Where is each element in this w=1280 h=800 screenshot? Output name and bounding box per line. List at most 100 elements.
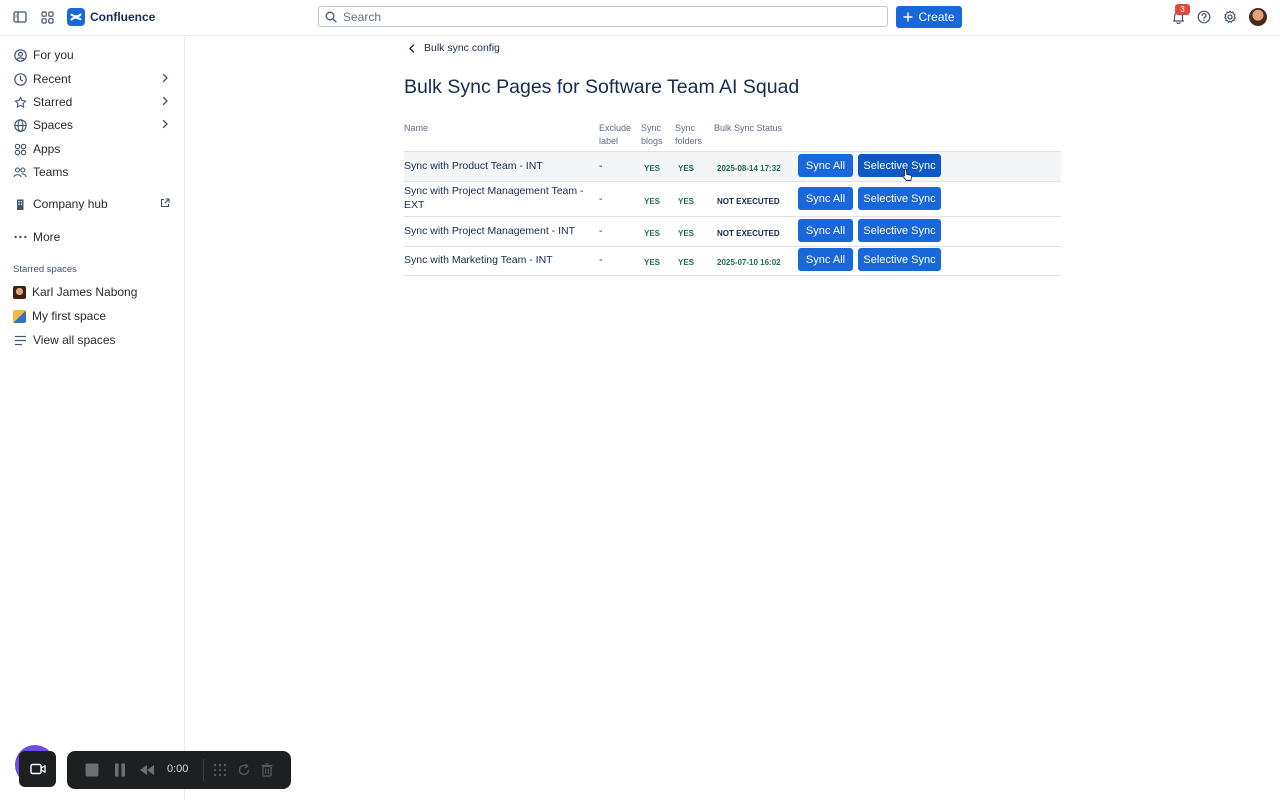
selective-sync-button[interactable]: Selective Sync bbox=[858, 248, 941, 271]
apps-icon bbox=[13, 142, 27, 156]
selective-sync-button[interactable]: Selective Sync bbox=[858, 187, 941, 210]
app-name: Confluence bbox=[90, 10, 156, 24]
sidebar-item-label: Karl James Nabong bbox=[32, 285, 138, 299]
sidebar-item-teams[interactable]: Teams bbox=[8, 161, 176, 183]
video-camera-icon bbox=[29, 763, 46, 775]
sidebar-space-karl-james-nabong[interactable]: Karl James Nabong bbox=[8, 281, 176, 303]
more-icon bbox=[13, 230, 27, 244]
sidebar-item-label: Starred bbox=[33, 95, 73, 109]
row-exclude-label: - bbox=[599, 160, 603, 172]
sync-all-button[interactable]: Sync All bbox=[798, 219, 853, 242]
confluence-logo[interactable]: Confluence bbox=[67, 8, 155, 26]
chevron-right-icon[interactable] bbox=[160, 96, 170, 106]
clock-icon bbox=[13, 72, 27, 86]
external-link-icon[interactable] bbox=[160, 198, 170, 208]
row-sync-folders: YES bbox=[678, 258, 695, 267]
back-link-label: Bulk sync config bbox=[424, 42, 500, 54]
sidebar-view-all-spaces[interactable]: View all spaces bbox=[8, 329, 176, 351]
sidebar-item-more[interactable]: More bbox=[8, 226, 176, 248]
row-status: 2025-07-10 16:02 bbox=[717, 258, 781, 267]
sidebar-item-label: Spaces bbox=[33, 118, 74, 132]
settings-gear-icon[interactable] bbox=[1221, 8, 1239, 26]
sidebar-item-recent[interactable]: Recent bbox=[8, 68, 176, 90]
chevron-left-icon bbox=[408, 43, 416, 53]
create-button[interactable]: Create bbox=[896, 6, 962, 28]
sidebar: For you Recent Starred Spaces Apps Teams… bbox=[0, 36, 185, 800]
star-icon bbox=[13, 95, 27, 109]
user-circle-icon bbox=[13, 48, 27, 62]
table-row: Sync with Marketing Team - INT - YES YES… bbox=[404, 247, 1061, 276]
sidebar-item-for-you[interactable]: For you bbox=[8, 44, 176, 66]
back-link[interactable]: Bulk sync config bbox=[408, 42, 500, 54]
sidebar-toggle-icon[interactable] bbox=[11, 8, 29, 26]
space-avatar-icon bbox=[13, 285, 26, 299]
column-header-line: Exclude bbox=[599, 123, 632, 133]
rewind-icon[interactable] bbox=[139, 762, 155, 778]
sidebar-item-label: View all spaces bbox=[33, 333, 116, 347]
list-icon bbox=[13, 333, 27, 347]
sidebar-item-apps[interactable]: Apps bbox=[8, 138, 176, 160]
row-name: Sync with Marketing Team - INT bbox=[404, 254, 553, 266]
chevron-right-icon[interactable] bbox=[160, 73, 170, 83]
sync-all-button[interactable]: Sync All bbox=[798, 187, 853, 210]
recorder-toolbar: 0:00 bbox=[67, 751, 291, 789]
chevron-right-icon[interactable] bbox=[160, 119, 170, 129]
app-switcher-icon[interactable] bbox=[38, 8, 56, 26]
column-header-exclude-label: Exclude label bbox=[599, 122, 631, 148]
sidebar-item-label: Apps bbox=[33, 142, 61, 156]
row-sync-blogs: YES bbox=[644, 197, 661, 206]
pause-icon[interactable] bbox=[112, 762, 128, 778]
search-box[interactable] bbox=[318, 6, 888, 27]
grid-icon[interactable] bbox=[212, 762, 228, 778]
recording-timer: 0:00 bbox=[167, 763, 189, 775]
space-avatar-icon bbox=[13, 309, 26, 323]
selective-sync-button[interactable]: Selective Sync bbox=[858, 219, 941, 242]
sidebar-item-company-hub[interactable]: Company hub bbox=[8, 193, 176, 215]
trash-icon[interactable] bbox=[259, 762, 275, 778]
table-row: Sync with Project Management - INT - YES… bbox=[404, 217, 1061, 247]
row-exclude-label: - bbox=[599, 254, 603, 266]
restart-icon[interactable] bbox=[236, 762, 252, 778]
column-header-line: label bbox=[599, 136, 619, 146]
row-name: Sync with Project Management Team - EXT bbox=[404, 184, 584, 212]
sidebar-item-label: Teams bbox=[33, 165, 69, 179]
row-sync-blogs: YES bbox=[644, 164, 661, 173]
notification-count-badge: 3 bbox=[1175, 4, 1190, 15]
selective-sync-button[interactable]: Selective Sync bbox=[858, 154, 941, 177]
create-label: Create bbox=[918, 10, 955, 24]
mouse-cursor-icon bbox=[902, 168, 913, 182]
sidebar-item-label: For you bbox=[33, 48, 74, 62]
column-header-line: folders bbox=[675, 136, 703, 146]
sidebar-item-label: Company hub bbox=[33, 197, 108, 211]
row-sync-blogs: YES bbox=[644, 258, 661, 267]
sync-all-button[interactable]: Sync All bbox=[798, 248, 853, 271]
search-input[interactable] bbox=[343, 9, 863, 24]
sidebar-item-label: More bbox=[33, 230, 61, 244]
stop-recording-icon[interactable] bbox=[84, 762, 100, 778]
globe-icon bbox=[13, 118, 27, 132]
user-avatar[interactable] bbox=[1249, 8, 1267, 26]
table-row: Sync with Project Management Team - EXT … bbox=[404, 182, 1061, 217]
plus-icon bbox=[903, 12, 913, 22]
building-icon bbox=[13, 197, 27, 211]
help-icon[interactable] bbox=[1195, 8, 1213, 26]
toolbar-divider bbox=[203, 759, 204, 781]
sync-all-button[interactable]: Sync All bbox=[798, 154, 853, 177]
sidebar-space-my-first-space[interactable]: My first space bbox=[8, 305, 176, 327]
column-header-name: Name bbox=[404, 123, 429, 133]
top-navigation-bar: Confluence Create 3 bbox=[0, 0, 1280, 36]
column-header-line: Sync bbox=[675, 123, 696, 133]
column-header-bulk-sync-status: Bulk Sync Status bbox=[714, 123, 783, 133]
row-name-line: EXT bbox=[404, 199, 425, 211]
row-sync-folders: YES bbox=[678, 229, 695, 238]
sidebar-item-starred[interactable]: Starred bbox=[8, 91, 176, 113]
row-name: Sync with Project Management - INT bbox=[404, 225, 575, 237]
row-status: 2025-08-14 17:32 bbox=[717, 164, 781, 173]
sidebar-item-spaces[interactable]: Spaces bbox=[8, 114, 176, 136]
main-content: Bulk sync config Bulk Sync Pages for Sof… bbox=[185, 36, 1280, 800]
camera-toggle-button[interactable] bbox=[19, 751, 56, 787]
page-title: Bulk Sync Pages for Software Team AI Squ… bbox=[404, 76, 800, 98]
column-header-sync-blogs: Sync blogs bbox=[641, 122, 663, 148]
row-exclude-label: - bbox=[599, 193, 603, 205]
row-sync-blogs: YES bbox=[644, 229, 661, 238]
